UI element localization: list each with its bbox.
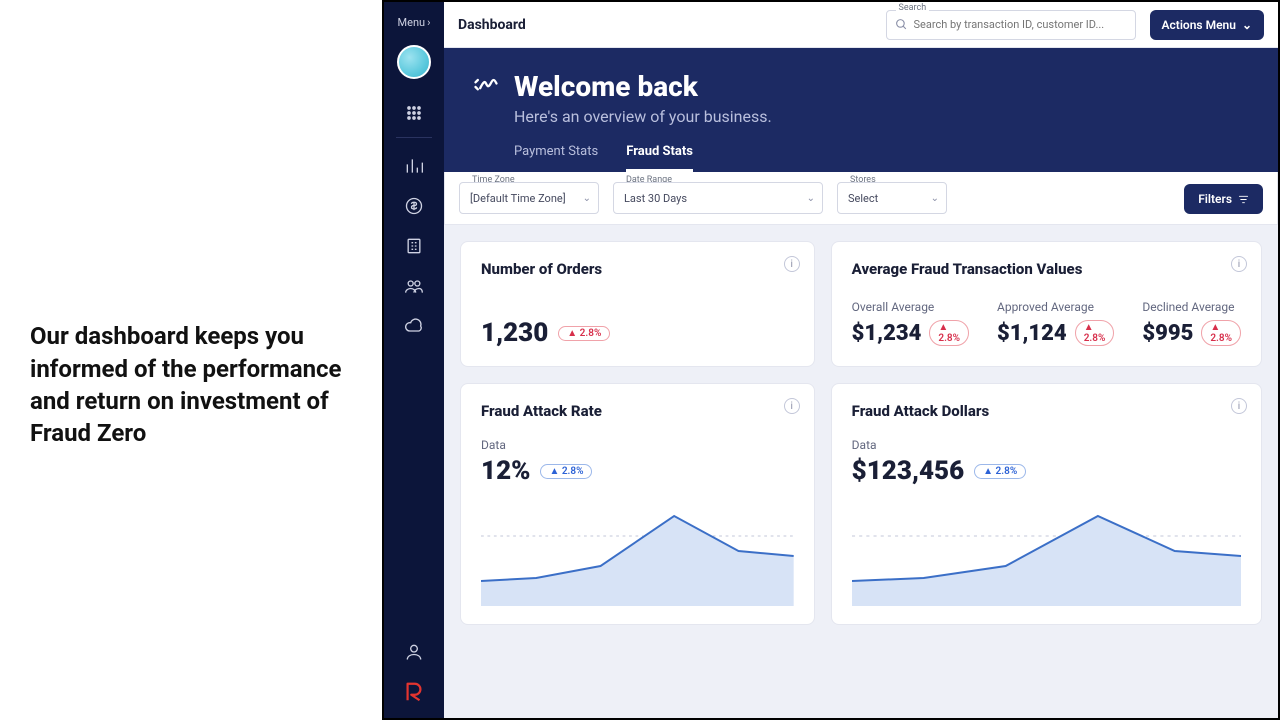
card-fraud-attack-dollars: i Fraud Attack Dollars Data $123,456 ▲ 2… (831, 383, 1262, 625)
card-title: Average Fraud Transaction Values (852, 260, 1241, 278)
dollars-sublabel: Data (852, 438, 1241, 452)
search-field[interactable]: Search (886, 10, 1136, 40)
rate-value: 12% (481, 456, 530, 486)
hero: Welcome back Here's an overview of your … (444, 48, 1278, 172)
profile-icon[interactable] (394, 632, 434, 672)
search-icon (895, 18, 908, 31)
card-title: Fraud Attack Rate (481, 402, 794, 420)
avg-approved-value: $1,124 (997, 321, 1067, 346)
card-title: Number of Orders (481, 260, 794, 278)
main: Dashboard Search Actions Menu ⌄ Welcome … (444, 2, 1278, 718)
dollars-delta-badge: ▲ 2.8% (974, 464, 1026, 479)
chevron-down-icon: ⌄ (1242, 18, 1252, 32)
dollars-sparkline (852, 496, 1241, 606)
wave-icon (472, 73, 500, 101)
tab-payment-stats[interactable]: Payment Stats (514, 144, 598, 172)
content-area: i Number of Orders 1,230 ▲ 2.8% i Averag… (444, 225, 1278, 718)
dollars-value: $123,456 (852, 456, 965, 486)
avg-declined-label: Declined Average (1142, 300, 1241, 314)
brand-logo-icon (394, 672, 434, 712)
avatar[interactable] (397, 45, 431, 79)
grid-icon[interactable] (394, 93, 434, 133)
filters-button-label: Filters (1198, 192, 1232, 206)
avg-overall-value: $1,234 (852, 321, 922, 346)
info-icon[interactable]: i (784, 256, 800, 272)
avg-approved-label: Approved Average (997, 300, 1114, 314)
stores-select[interactable]: Select (837, 182, 947, 214)
search-input[interactable] (914, 18, 1127, 31)
rate-sparkline (481, 496, 794, 606)
actions-menu-label: Actions Menu (1162, 18, 1236, 32)
avg-overall-delta: ▲ 2.8% (929, 320, 969, 346)
app-frame: Menu › Dashboard (382, 0, 1280, 720)
avg-approved-delta: ▲ 2.8% (1075, 320, 1115, 346)
rate-delta-badge: ▲ 2.8% (540, 464, 592, 479)
bar-chart-icon[interactable] (394, 146, 434, 186)
dollar-icon[interactable] (394, 186, 434, 226)
filters-button[interactable]: Filters (1184, 184, 1263, 214)
filter-icon (1238, 194, 1249, 205)
chevron-right-icon: › (427, 16, 430, 29)
info-icon[interactable]: i (784, 398, 800, 414)
hero-subtitle: Here's an overview of your business. (514, 107, 1250, 126)
avg-overall-label: Overall Average (852, 300, 969, 314)
topbar: Dashboard Search Actions Menu ⌄ (444, 2, 1278, 48)
timezone-select[interactable]: [Default Time Zone] (459, 182, 599, 214)
orders-delta-badge: ▲ 2.8% (558, 326, 610, 341)
filter-bar: Time Zone [Default Time Zone] ⌄ Date Ran… (444, 172, 1278, 225)
card-fraud-attack-rate: i Fraud Attack Rate Data 12% ▲ 2.8% (460, 383, 815, 625)
orders-value: 1,230 (481, 318, 548, 348)
avg-declined-value: $995 (1142, 321, 1193, 346)
card-avg-fraud-values: i Average Fraud Transaction Values Overa… (831, 241, 1262, 367)
page-title: Dashboard (458, 17, 526, 33)
building-icon[interactable] (394, 226, 434, 266)
divider (396, 137, 432, 138)
menu-label: Menu (398, 16, 426, 29)
search-legend: Search (896, 3, 930, 13)
actions-menu-button[interactable]: Actions Menu ⌄ (1150, 10, 1264, 40)
hero-tabs: Payment Stats Fraud Stats (514, 144, 1250, 172)
hero-title: Welcome back (514, 70, 698, 103)
card-title: Fraud Attack Dollars (852, 402, 1241, 420)
info-icon[interactable]: i (1231, 256, 1247, 272)
menu-toggle[interactable]: Menu › (398, 8, 431, 39)
sidebar: Menu › (384, 2, 444, 718)
info-icon[interactable]: i (1231, 398, 1247, 414)
daterange-select[interactable]: Last 30 Days (613, 182, 823, 214)
cloud-icon[interactable] (394, 306, 434, 346)
users-icon[interactable] (394, 266, 434, 306)
rate-sublabel: Data (481, 438, 794, 452)
marketing-caption: Our dashboard keeps you informed of the … (30, 320, 352, 450)
avg-declined-delta: ▲ 2.8% (1201, 320, 1241, 346)
tab-fraud-stats[interactable]: Fraud Stats (626, 144, 693, 172)
card-number-of-orders: i Number of Orders 1,230 ▲ 2.8% (460, 241, 815, 367)
